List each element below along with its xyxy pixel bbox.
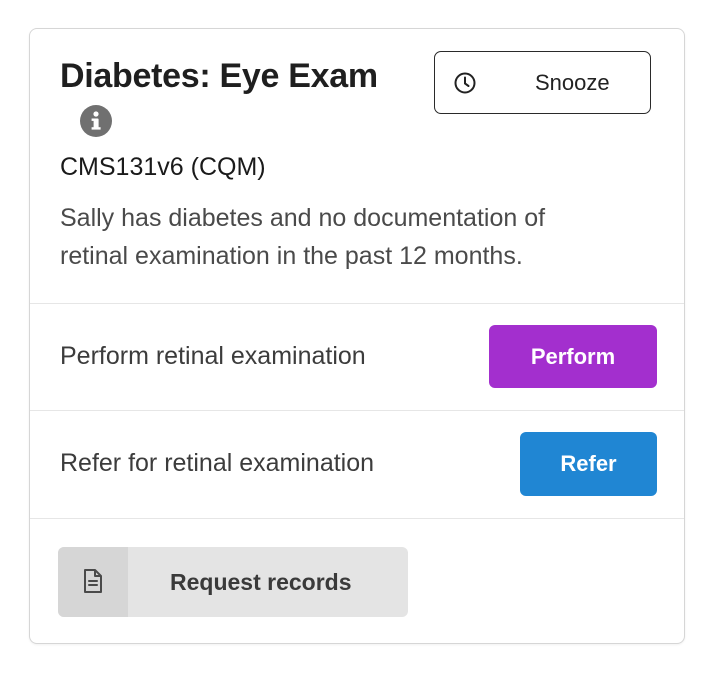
snooze-label: Snooze: [535, 70, 610, 95]
request-records-label: Request records: [170, 569, 352, 595]
card-title: Diabetes: Eye Exam: [60, 57, 378, 95]
clock-icon: [453, 71, 477, 95]
divider: [30, 518, 684, 519]
document-icon: [82, 568, 104, 594]
request-records-button[interactable]: Request records: [58, 547, 408, 617]
perform-button[interactable]: Perform: [489, 325, 657, 388]
action-label-perform: Perform retinal examination: [60, 342, 366, 370]
action-label-refer: Refer for retinal examination: [60, 449, 375, 477]
measure-id: CMS131v6 (CQM): [60, 153, 266, 181]
refer-button[interactable]: Refer: [520, 432, 657, 496]
request-icon-area: [58, 547, 128, 617]
cds-card: Diabetes: Eye Exam CMS131v6 (CQM) Sally …: [29, 28, 685, 644]
snooze-button[interactable]: Snooze: [434, 51, 651, 114]
info-circle-icon[interactable]: [80, 105, 112, 137]
card-header: Diabetes: Eye Exam CMS131v6 (CQM) Sally …: [30, 29, 684, 303]
card-description: Sally has diabetes and no documentation …: [60, 204, 546, 270]
